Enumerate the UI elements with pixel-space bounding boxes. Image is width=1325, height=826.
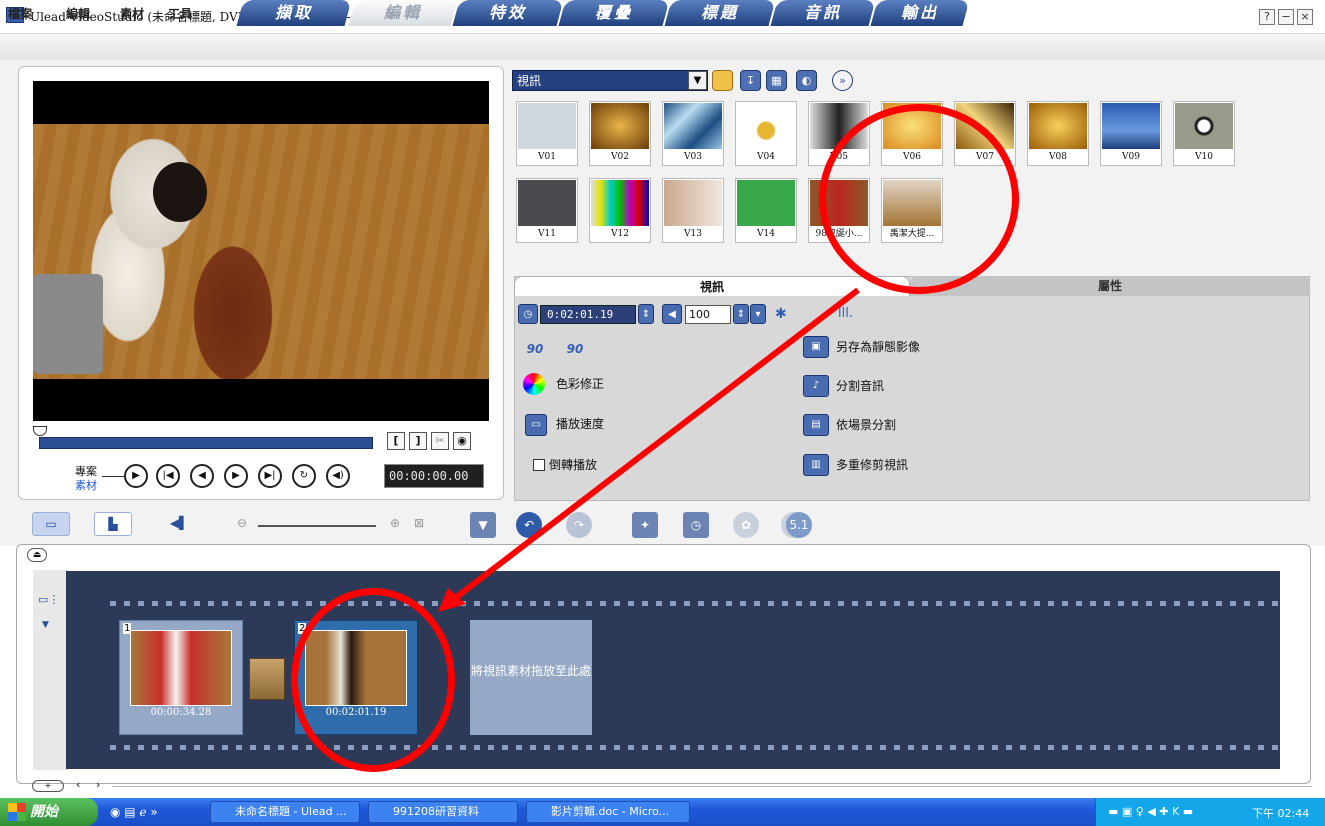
clock: 下午 02:44 [1252, 807, 1310, 820]
taskbar-item-word[interactable]: 影片剪輯.doc - Micro... [526, 801, 690, 823]
quick-launch-icons[interactable]: ◉ ▤ ℯ » [110, 805, 158, 819]
tray-icons[interactable]: ▬ ▣ ♀ ◀ ✚ K ▬ [1108, 805, 1193, 818]
taskbar-item-ulead[interactable]: 未命名標題 - Ulead ... [210, 801, 360, 823]
annotation-arrow [438, 287, 860, 612]
taskbar-item-folder[interactable]: 991208研習資料 [368, 801, 518, 823]
windows-logo-icon [8, 803, 26, 821]
